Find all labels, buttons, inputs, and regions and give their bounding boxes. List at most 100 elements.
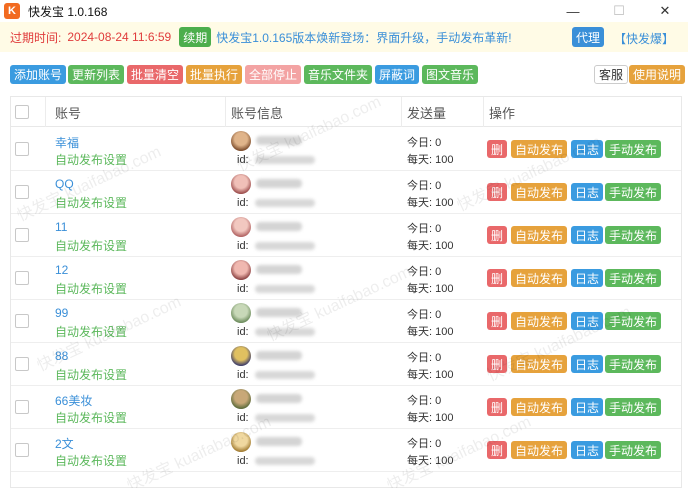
table-row: QQ 自动发布设置 id: 今日: 0 每天: 100 删 自动发布 日志 手动…: [11, 171, 681, 214]
blurred-id: [255, 199, 315, 207]
log-button[interactable]: 日志: [571, 226, 604, 244]
log-button[interactable]: 日志: [571, 441, 604, 459]
log-button[interactable]: 日志: [571, 312, 604, 330]
expire-label: 过期时间:: [10, 30, 62, 45]
delete-button[interactable]: 删: [487, 441, 508, 459]
id-label: id:: [237, 455, 249, 467]
instructions-button[interactable]: 使用说明: [629, 65, 686, 84]
row-checkbox[interactable]: [15, 142, 29, 156]
today-count: 今日: 0: [407, 180, 442, 192]
expire-value: 2024-08-24 11:6:59: [67, 30, 172, 44]
image-music-button[interactable]: 图文音乐: [422, 65, 479, 84]
delete-button[interactable]: 删: [487, 183, 508, 201]
account-name-link[interactable]: QQ: [55, 177, 74, 191]
account-name-link[interactable]: 66美妆: [55, 392, 92, 409]
manual-publish-button[interactable]: 手动发布: [605, 441, 662, 459]
delete-button[interactable]: 删: [487, 140, 508, 158]
accounts-table: 账号 账号信息 发送量 操作 幸福 自动发布设置 id: 今日: 0 每天: 1…: [10, 96, 682, 488]
music-folder-button[interactable]: 音乐文件夹: [304, 65, 373, 84]
daily-limit: 每天: 100: [407, 197, 454, 209]
row-checkbox[interactable]: [15, 357, 29, 371]
auto-publish-settings-link[interactable]: 自动发布设置: [55, 366, 127, 383]
notice-bar: 过期时间: 2024-08-24 11:6:59 续期 快发宝1.0.165版本…: [0, 22, 688, 52]
auto-publish-button[interactable]: 自动发布: [511, 269, 568, 287]
auto-publish-button[interactable]: 自动发布: [511, 398, 568, 416]
header-account-info: 账号信息: [231, 105, 284, 121]
log-button[interactable]: 日志: [571, 269, 604, 287]
today-count: 今日: 0: [407, 395, 442, 407]
auto-publish-button[interactable]: 自动发布: [511, 183, 568, 201]
blurred-id: [255, 156, 315, 164]
row-checkbox[interactable]: [15, 314, 29, 328]
manual-publish-button[interactable]: 手动发布: [605, 269, 662, 287]
auto-publish-settings-link[interactable]: 自动发布设置: [55, 280, 127, 297]
auto-publish-settings-link[interactable]: 自动发布设置: [55, 323, 127, 340]
manual-publish-button[interactable]: 手动发布: [605, 312, 662, 330]
delete-button[interactable]: 删: [487, 226, 508, 244]
auto-publish-settings-link[interactable]: 自动发布设置: [55, 237, 127, 254]
column-divider: [401, 97, 402, 127]
stop-all-button[interactable]: 全部停止: [245, 65, 302, 84]
blurred-id: [255, 328, 315, 336]
auto-publish-button[interactable]: 自动发布: [511, 226, 568, 244]
log-button[interactable]: 日志: [571, 183, 604, 201]
delete-button[interactable]: 删: [487, 269, 508, 287]
daily-limit: 每天: 100: [407, 240, 454, 252]
auto-publish-button[interactable]: 自动发布: [511, 140, 568, 158]
table-row: 12 自动发布设置 id: 今日: 0 每天: 100 删 自动发布 日志 手动…: [11, 257, 681, 300]
delete-button[interactable]: 删: [487, 312, 508, 330]
manual-publish-button[interactable]: 手动发布: [605, 183, 662, 201]
close-button[interactable]: ✕: [642, 0, 688, 22]
account-name-link[interactable]: 幸福: [55, 134, 79, 151]
blurred-nickname: [256, 222, 302, 231]
batch-clear-button[interactable]: 批量清空: [127, 65, 184, 84]
block-words-button[interactable]: 屏蔽词: [375, 65, 420, 84]
row-checkbox[interactable]: [15, 228, 29, 242]
table-row: 幸福 自动发布设置 id: 今日: 0 每天: 100 删 自动发布 日志 手动…: [11, 128, 681, 171]
refresh-list-button[interactable]: 更新列表: [68, 65, 125, 84]
auto-publish-button[interactable]: 自动发布: [511, 312, 568, 330]
daily-limit: 每天: 100: [407, 412, 454, 424]
account-name-link[interactable]: 11: [55, 220, 67, 234]
auto-publish-settings-link[interactable]: 自动发布设置: [55, 452, 127, 469]
auto-publish-settings-link[interactable]: 自动发布设置: [55, 194, 127, 211]
add-account-button[interactable]: 添加账号: [10, 65, 67, 84]
auto-publish-settings-link[interactable]: 自动发布设置: [55, 409, 127, 426]
batch-execute-button[interactable]: 批量执行: [186, 65, 243, 84]
row-checkbox[interactable]: [15, 271, 29, 285]
manual-publish-button[interactable]: 手动发布: [605, 226, 662, 244]
account-name-link[interactable]: 12: [55, 263, 68, 277]
app-logo-icon: K: [4, 3, 20, 19]
account-name-link[interactable]: 88: [55, 349, 68, 363]
row-checkbox[interactable]: [15, 443, 29, 457]
window-controls: — ☐ ✕: [550, 0, 688, 22]
delete-button[interactable]: 删: [487, 355, 508, 373]
account-name-link[interactable]: 2文: [55, 435, 74, 452]
account-name-link[interactable]: 99: [55, 306, 68, 320]
minimize-button[interactable]: —: [550, 0, 596, 22]
maximize-button[interactable]: ☐: [596, 0, 642, 22]
avatar: [231, 389, 251, 409]
brand-link[interactable]: 【快发爆】: [614, 30, 674, 47]
manual-publish-button[interactable]: 手动发布: [605, 355, 662, 373]
manual-publish-button[interactable]: 手动发布: [605, 398, 662, 416]
row-checkbox[interactable]: [15, 185, 29, 199]
agent-button[interactable]: 代理: [572, 27, 605, 47]
log-button[interactable]: 日志: [571, 140, 604, 158]
renew-button[interactable]: 续期: [179, 27, 212, 47]
blurred-nickname: [256, 179, 302, 188]
auto-publish-button[interactable]: 自动发布: [511, 355, 568, 373]
auto-publish-settings-link[interactable]: 自动发布设置: [55, 151, 127, 168]
auto-publish-button[interactable]: 自动发布: [511, 441, 568, 459]
log-button[interactable]: 日志: [571, 398, 604, 416]
row-checkbox[interactable]: [15, 400, 29, 414]
daily-limit: 每天: 100: [407, 326, 454, 338]
log-button[interactable]: 日志: [571, 355, 604, 373]
customer-service-button[interactable]: 客服: [594, 65, 629, 84]
manual-publish-button[interactable]: 手动发布: [605, 140, 662, 158]
delete-button[interactable]: 删: [487, 398, 508, 416]
table-row: 2文 自动发布设置 id: 今日: 0 每天: 100 删 自动发布 日志 手动…: [11, 429, 681, 472]
announcement-text: 快发宝1.0.165版本焕新登场：界面升级，手动发布革新!: [216, 30, 512, 45]
select-all-checkbox[interactable]: [15, 105, 29, 119]
blurred-id: [255, 457, 315, 465]
